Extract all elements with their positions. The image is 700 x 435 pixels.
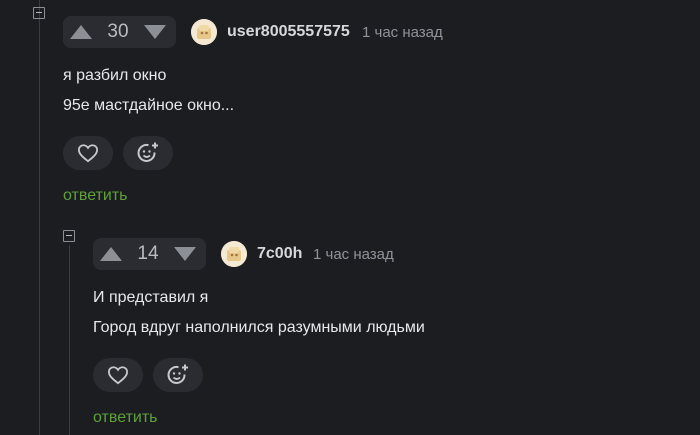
downvote-button[interactable] [167,238,203,270]
comment-text-line-2: Город вдруг наполнился разумными людьми [93,319,425,336]
avatar[interactable] [221,241,247,267]
avatar-image [221,241,247,267]
like-button[interactable] [93,358,143,392]
reply-link[interactable]: ответить [93,409,158,427]
triangle-up-icon [100,247,122,261]
triangle-down-icon [174,247,196,261]
timestamp: 1 час назад [313,246,394,263]
smiley-plus-icon [167,364,188,384]
upvote-button[interactable] [93,238,129,270]
heart-icon [107,366,129,385]
username[interactable]: 7c00h [257,245,302,263]
vote-widget: 14 [93,238,206,270]
comment-2: 14 7c00h 1 час назад И представил я Горо… [0,0,700,435]
rating-count: 14 [137,243,159,264]
comment-text-line-1: И представил я [93,289,209,306]
reaction-button[interactable] [153,358,203,392]
